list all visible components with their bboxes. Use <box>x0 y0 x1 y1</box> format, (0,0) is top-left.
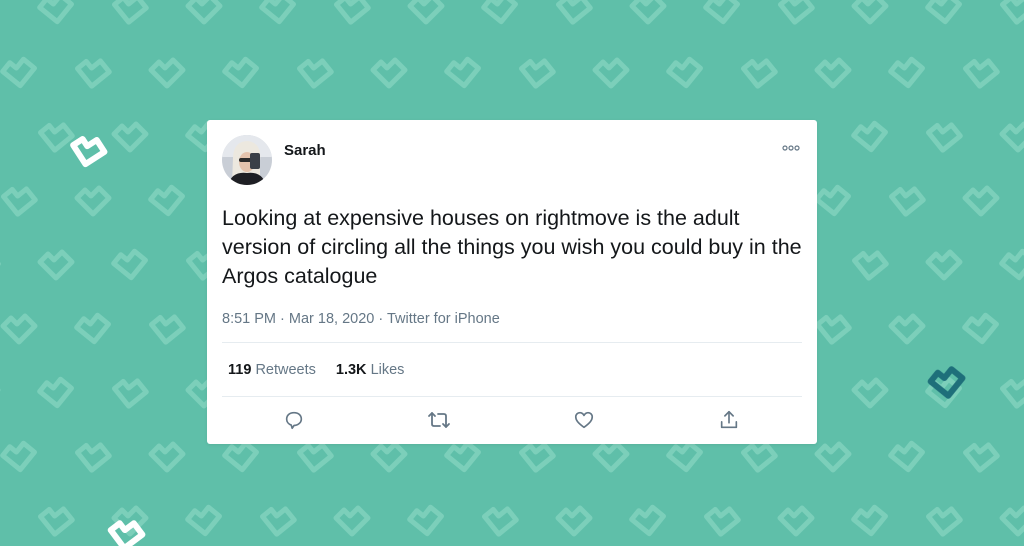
action-bar <box>207 402 817 438</box>
more-options-icon[interactable] <box>779 140 803 156</box>
engagement-stats: 119 Retweets 1.3K Likes <box>228 362 404 378</box>
tweet-timestamp[interactable]: 8:51 PM · Mar 18, 2020 · Twitter for iPh… <box>222 311 500 327</box>
share-icon[interactable] <box>715 406 743 434</box>
divider <box>222 396 802 397</box>
reply-icon[interactable] <box>280 406 308 434</box>
divider <box>222 342 802 343</box>
likes-label: Likes <box>370 362 405 378</box>
retweets-stat[interactable]: 119 Retweets <box>228 362 316 378</box>
tweet-card: Sarah Looking at expensive houses on rig… <box>207 120 817 444</box>
author-name[interactable]: Sarah <box>284 142 326 159</box>
likes-count: 1.3K <box>335 362 367 378</box>
tweet-text: Looking at expensive houses on rightmove… <box>222 206 802 288</box>
retweets-count: 119 <box>228 362 252 378</box>
avatar[interactable] <box>222 135 272 185</box>
retweet-icon[interactable] <box>425 406 453 434</box>
likes-stat[interactable]: 1.3K Likes <box>336 362 405 378</box>
like-icon[interactable] <box>570 406 598 434</box>
retweets-label: Retweets <box>255 362 316 378</box>
